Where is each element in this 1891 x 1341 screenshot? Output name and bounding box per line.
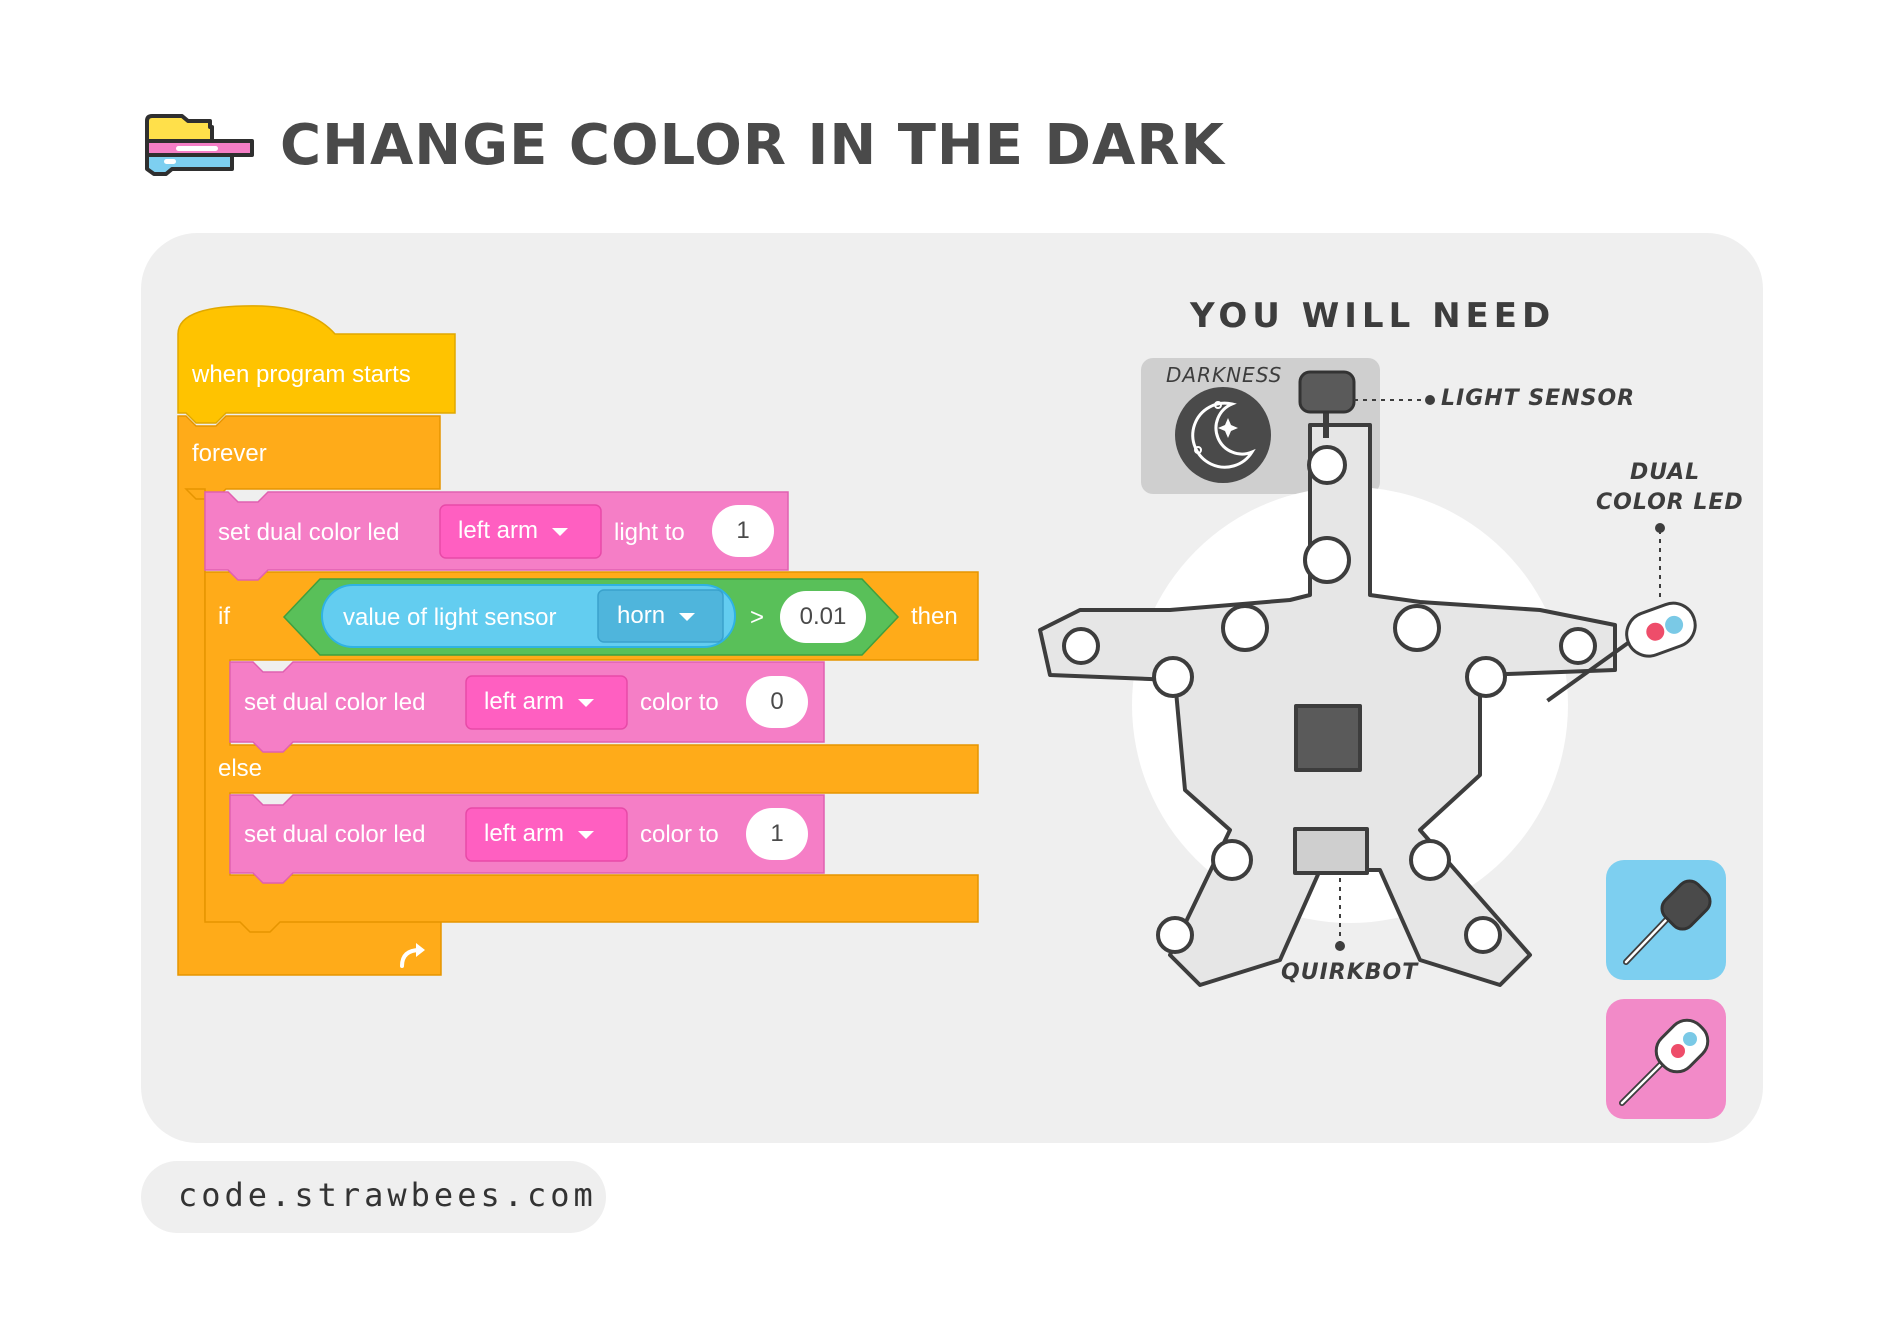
moon-icon — [1175, 387, 1271, 483]
dual-led-label-line1: DUAL — [1630, 460, 1701, 485]
quirkbot-label: QUIRKBOT — [1281, 960, 1419, 985]
dual-color-led-tile — [1606, 999, 1726, 1119]
light-sensor-label: LIGHT SENSOR — [1441, 386, 1636, 411]
dual-led-label-line2: COLOR LED — [1596, 490, 1744, 515]
dual-color-led-icon — [1619, 1018, 1710, 1106]
quirkbot-illustration — [1038, 370, 1697, 987]
light-sensor-icon — [1623, 879, 1712, 965]
light-sensor-tile — [1606, 860, 1726, 980]
footer-url[interactable]: code.strawbees.com — [178, 1176, 597, 1214]
